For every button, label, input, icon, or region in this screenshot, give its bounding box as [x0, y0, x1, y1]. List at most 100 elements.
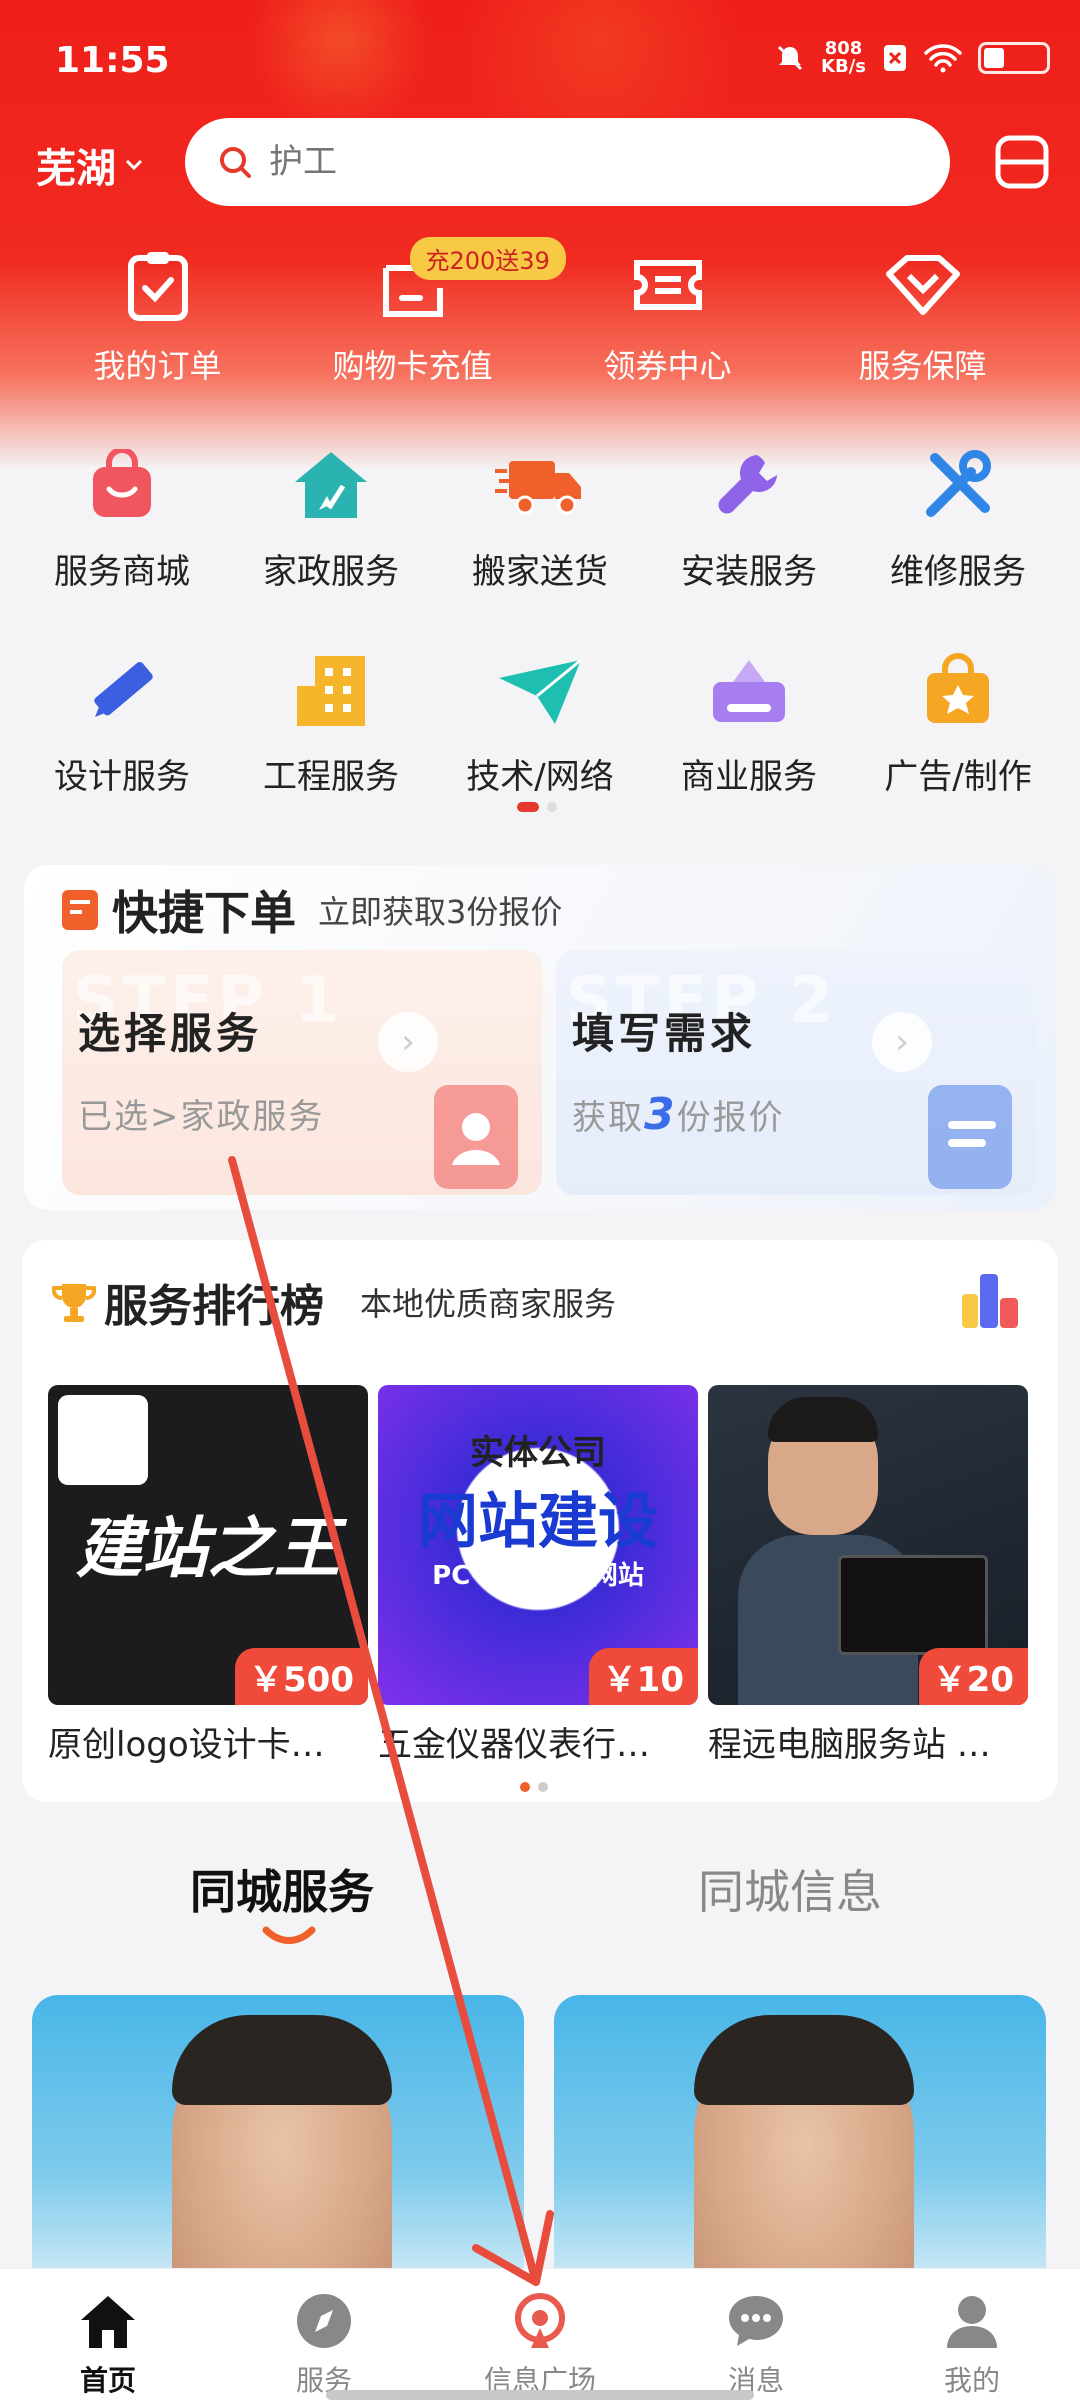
step-select-service[interactable]: STEP 1 选择服务 已选>家政服务 › — [62, 950, 542, 1195]
ranking-page-indicator — [520, 1782, 548, 1792]
chevron-right-icon: › — [378, 1012, 438, 1072]
price-tag: ￥500 — [235, 1648, 368, 1705]
shopping-bag-icon — [93, 449, 151, 517]
nav-info-square[interactable]: 信息广场 — [450, 2269, 630, 2408]
step-fill-requirement[interactable]: STEP 2 填写需求 获取3份报价 › — [556, 950, 1036, 1195]
category-engineering[interactable]: 工程服务 — [231, 645, 431, 798]
category-housekeeping[interactable]: 家政服务 — [231, 440, 431, 593]
star-bag-icon — [927, 653, 989, 723]
sim-off-icon — [884, 45, 906, 71]
product-card[interactable]: 建站之王 ￥500 原创logo设计卡… — [48, 1385, 368, 1766]
nav-profile[interactable]: 我的 — [882, 2269, 1062, 2408]
quick-label: 领券中心 — [603, 347, 732, 385]
tab-local-info[interactable]: 同城信息 — [698, 1856, 882, 1922]
company-logo — [58, 1395, 148, 1485]
laptop — [838, 1555, 988, 1655]
image-headline: 实体公司 — [470, 1433, 606, 1473]
wifi-icon — [924, 44, 962, 73]
tools-icon — [926, 450, 991, 517]
quick-coupon-center[interactable]: 领券中心 — [553, 245, 783, 387]
building-icon — [297, 656, 365, 726]
category-label: 广告/制作 — [884, 757, 1032, 797]
nav-home[interactable]: 首页 — [18, 2269, 198, 2408]
search-box[interactable] — [185, 118, 950, 206]
category-label: 安装服务 — [681, 552, 817, 592]
category-moving[interactable]: 搬家送货 — [440, 440, 640, 593]
top-bar: 芜湖 — [0, 118, 1080, 208]
step-title: 填写需求 — [572, 1009, 757, 1058]
category-installation[interactable]: 安装服务 — [649, 440, 849, 593]
nav-messages[interactable]: 消息 — [666, 2269, 846, 2408]
category-label: 维修服务 — [890, 552, 1026, 592]
category-advertising[interactable]: 广告/制作 — [858, 645, 1058, 798]
ranking-subtitle: 本地优质商家服务 — [360, 1285, 617, 1323]
category-business[interactable]: 商业服务 — [649, 645, 849, 798]
category-tech-network[interactable]: 技术/网络 — [440, 645, 640, 798]
product-card[interactable]: 实体公司 网站建设 PC+移动+微网站 ￥10 五金仪器仪表行… — [378, 1385, 698, 1766]
status-bar: 11:55 808 KB/s — [0, 0, 1080, 120]
ranking-products: 建站之王 ￥500 原创logo设计卡… 实体公司 网站建设 PC+移动+微网站… — [48, 1385, 1028, 1766]
city-label: 芜湖 — [36, 146, 116, 192]
category-label: 服务商城 — [54, 552, 190, 592]
category-design[interactable]: 设计服务 — [22, 645, 222, 798]
user-icon — [947, 2296, 997, 2348]
service-ranking-card: 服务排行榜 本地优质商家服务 建站之王 ￥500 原创logo设计卡… 实体公司… — [22, 1240, 1058, 1802]
search-icon — [220, 147, 251, 178]
house-broom-icon — [295, 452, 367, 518]
quick-label: 购物卡充值 — [332, 347, 493, 385]
net-speed: 808 KB/s — [821, 38, 866, 77]
service-listing-card[interactable] — [554, 1995, 1046, 2295]
quick-actions: 我的订单 充200送39 购物卡充值 领券中心 服务保障 — [0, 237, 1080, 387]
quick-gift-card[interactable]: 充200送39 购物卡充值 — [298, 237, 566, 387]
form-clipboard-icon — [928, 1085, 1012, 1189]
product-name: 程远电脑服务站 … — [708, 1725, 991, 1765]
category-label: 家政服务 — [263, 552, 399, 592]
app-home-page: 11:55 808KB/s 芜湖 我的订单 充200送39 购物卡充值 — [0, 0, 1080, 2408]
image-slogan: 网站建设 — [418, 1487, 658, 1557]
bar-chart-icon[interactable] — [958, 1268, 1022, 1332]
service-listing-card[interactable] — [32, 1995, 524, 2295]
product-name: 原创logo设计卡… — [48, 1725, 325, 1765]
coupon-icon — [633, 260, 702, 310]
category-label: 商业服务 — [681, 757, 817, 797]
active-tab-indicator — [262, 1926, 316, 1944]
person-hair — [172, 2015, 392, 2105]
category-label: 搬家送货 — [472, 552, 608, 592]
quick-label: 服务保障 — [858, 347, 987, 385]
ranking-header: 服务排行榜 本地优质商家服务 — [52, 1270, 616, 1334]
note-edit-icon — [62, 890, 98, 930]
quick-order-title: 快捷下单 — [112, 886, 296, 940]
broadcast-icon — [515, 2293, 565, 2348]
person-hair — [768, 1397, 878, 1442]
search-input[interactable] — [269, 142, 869, 182]
nav-services[interactable]: 服务 — [234, 2269, 414, 2408]
price-tag: ￥20 — [918, 1648, 1028, 1705]
gesture-handle — [326, 2390, 754, 2400]
tab-local-services[interactable]: 同城服务 — [190, 1856, 374, 1922]
quick-my-orders[interactable]: 我的订单 — [43, 245, 273, 387]
category-service-mall[interactable]: 服务商城 — [22, 440, 222, 593]
nav-label: 首页 — [79, 2364, 136, 2397]
chevron-right-icon: › — [872, 1012, 932, 1072]
category-page-indicator — [517, 802, 557, 812]
service-feed — [32, 1995, 1046, 2295]
bottom-nav: 首页 服务 信息广场 消息 我的 — [0, 2268, 1080, 2408]
trophy-icon — [52, 1284, 96, 1322]
promo-badge: 充200送39 — [409, 237, 566, 280]
gift-box-icon — [713, 660, 785, 722]
quick-order-subtitle: 立即获取3份报价 — [318, 893, 563, 931]
quick-service-guarantee[interactable]: 服务保障 — [808, 245, 1038, 387]
product-card[interactable]: ￥20 程远电脑服务站 … — [708, 1385, 1028, 1766]
chat-icon — [729, 2296, 783, 2346]
category-repair[interactable]: 维修服务 — [858, 440, 1058, 593]
home-icon — [81, 2296, 135, 2348]
wrench-icon — [718, 455, 777, 514]
scan-icon[interactable] — [992, 132, 1052, 192]
product-image: 建站之王 ￥500 — [48, 1385, 368, 1705]
quick-order-header: 快捷下单 立即获取3份报价 — [60, 877, 562, 943]
product-name: 五金仪器仪表行… — [378, 1725, 650, 1765]
city-selector[interactable]: 芜湖 — [36, 136, 144, 194]
image-slogan: 建站之王 — [76, 1509, 340, 1587]
quick-order-card: 快捷下单 立即获取3份报价 STEP 1 选择服务 已选>家政服务 › STEP… — [24, 865, 1056, 1210]
paper-plane-icon — [499, 658, 582, 724]
